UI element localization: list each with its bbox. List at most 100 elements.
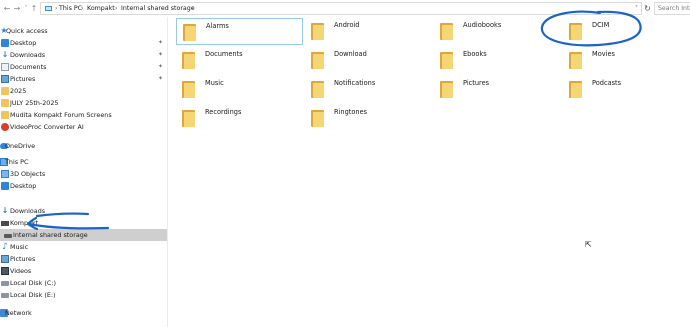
folder-tile-dcim[interactable]: DCIM (563, 18, 690, 45)
nav-item-local-disk-c[interactable]: Local Disk (C:) (0, 277, 167, 289)
folder-icon (182, 110, 195, 127)
folder-tile-android[interactable]: Android (305, 18, 432, 45)
folder-label: Movies (592, 50, 615, 58)
address-bar[interactable]: › This PC › Kompakt › Internal shared st… (40, 2, 642, 15)
nav-item-kompakt[interactable]: Kompakt (0, 217, 167, 229)
folder-icon (1, 87, 9, 95)
nav-item-label: Quick access (6, 27, 48, 35)
nav-item-internal-shared-storage[interactable]: Internal shared storage (0, 229, 167, 241)
nav-item-3d-objects[interactable]: 3D Objects (0, 168, 167, 180)
address-toolbar: ← → ˅ ↑ › This PC › Kompakt › Internal s… (0, 0, 690, 17)
disk-icon (1, 281, 9, 286)
nav-item-label: Local Disk (C:) (10, 279, 56, 287)
folder-icon (440, 52, 453, 69)
nav-item-2025[interactable]: 2025 (0, 85, 167, 97)
device-icon (1, 221, 9, 226)
folder-icon (1, 99, 9, 107)
folder-icon (182, 81, 195, 98)
folder-tile-podcasts[interactable]: Podcasts (563, 76, 690, 103)
nav-item-downloads-quick[interactable]: ↓ Downloads ✦ (0, 49, 167, 61)
computer-icon (45, 6, 52, 11)
up-button[interactable]: ↑ (29, 3, 39, 14)
folder-tile-ebooks[interactable]: Ebooks (434, 47, 561, 74)
folder-label: Android (334, 21, 360, 29)
video-icon (1, 267, 9, 275)
nav-item-videos[interactable]: Videos (0, 265, 167, 277)
refresh-button[interactable]: ↻ (643, 3, 652, 14)
nav-item-music[interactable]: ♪ Music (0, 241, 167, 253)
folder-tile-music[interactable]: Music (176, 76, 303, 103)
folder-icon (311, 52, 324, 69)
folder-tile-download[interactable]: Download (305, 47, 432, 74)
app-icon (1, 123, 9, 131)
folder-tile-pictures[interactable]: Pictures (434, 76, 561, 103)
nav-item-desktop-quick[interactable]: Desktop ✦ (0, 37, 167, 49)
arrow-right-icon: → (13, 4, 21, 13)
folder-label: Ringtones (334, 108, 368, 116)
folder-tile-recordings[interactable]: Recordings (176, 105, 303, 132)
nav-item-july-25th-2025[interactable]: JULY 25th-2025 (0, 97, 167, 109)
folder-icon (183, 24, 196, 41)
folder-tile-audiobooks[interactable]: Audiobooks (434, 18, 561, 45)
breadcrumb-separator: › (81, 5, 84, 12)
folder-tile-alarms[interactable]: Alarms (176, 18, 303, 45)
mouse-cursor-icon: ⇱ (585, 240, 592, 249)
folder-icon (569, 52, 582, 69)
nav-item-label: Mudita Kompakt Forum Screens (10, 111, 112, 119)
arrow-left-icon: ← (3, 4, 11, 13)
nav-item-label: Documents (10, 63, 47, 71)
folder-icon (311, 110, 324, 127)
chevron-down-icon: ˅ (24, 5, 28, 12)
nav-item-pictures[interactable]: Pictures (0, 253, 167, 265)
breadcrumb-internal-shared-storage[interactable]: Internal shared storage (121, 4, 195, 14)
nav-item-network[interactable]: Network (0, 307, 167, 319)
folder-label: Ebooks (463, 50, 487, 58)
nav-item-onedrive[interactable]: OneDrive (0, 140, 167, 152)
breadcrumb-this-pc[interactable]: This PC (59, 4, 82, 14)
search-input[interactable]: Search Inter (654, 2, 690, 15)
breadcrumb-kompakt[interactable]: Kompakt (87, 4, 115, 14)
pane-divider[interactable] (167, 17, 168, 327)
nav-item-downloads[interactable]: ↓ Downloads (0, 205, 167, 217)
nav-item-label: This PC (5, 158, 29, 166)
nav-item-documents-quick[interactable]: Documents ✦ (0, 61, 167, 73)
nav-item-videoproc-converter-ai[interactable]: VideoProc Converter AI (0, 121, 167, 133)
back-button[interactable]: ← (2, 3, 12, 14)
nav-item-mudita-kompakt-forum-screens[interactable]: Mudita Kompakt Forum Screens (0, 109, 167, 121)
nav-item-label: Music (10, 243, 29, 251)
folder-tile-notifications[interactable]: Notifications (305, 76, 432, 103)
nav-item-label: 3D Objects (10, 170, 46, 178)
folder-label: Alarms (206, 22, 229, 30)
nav-item-label: Videos (10, 267, 32, 275)
folder-tile-documents[interactable]: Documents (176, 47, 303, 74)
nav-item-local-disk-e[interactable]: Local Disk (E:) (0, 289, 167, 301)
documents-icon (1, 63, 9, 71)
nav-item-label: Internal shared storage (13, 231, 88, 239)
folder-icon (311, 23, 324, 40)
nav-item-pictures-quick[interactable]: Pictures ✦ (0, 73, 167, 85)
folder-label: Music (205, 79, 224, 87)
pin-icon: ✦ (158, 51, 164, 58)
folder-label: Pictures (463, 79, 490, 87)
folder-tile-ringtones[interactable]: Ringtones (305, 105, 432, 132)
pictures-icon (1, 255, 9, 263)
folder-icon (1, 111, 9, 119)
desktop-icon (1, 39, 9, 47)
folder-icon (569, 23, 582, 40)
folder-icon (182, 52, 195, 69)
nav-item-this-pc[interactable]: This PC (0, 156, 167, 168)
nav-item-label: Downloads (10, 207, 46, 215)
nav-item-desktop[interactable]: Desktop (0, 180, 167, 192)
folder-label: DCIM (592, 21, 610, 29)
nav-item-quick-access[interactable]: ★ Quick access (0, 25, 167, 37)
folder-tile-movies[interactable]: Movies (563, 47, 690, 74)
address-dropdown-icon[interactable]: ˅ (635, 4, 638, 14)
pin-icon: ✦ (158, 63, 164, 70)
music-icon: ♪ (2, 242, 8, 252)
folder-icon (440, 81, 453, 98)
folder-label: Download (334, 50, 367, 58)
folder-label: Recordings (205, 108, 242, 116)
storage-icon (4, 234, 12, 238)
nav-item-label: Desktop (10, 182, 37, 190)
arrow-up-icon: ↑ (30, 4, 38, 13)
